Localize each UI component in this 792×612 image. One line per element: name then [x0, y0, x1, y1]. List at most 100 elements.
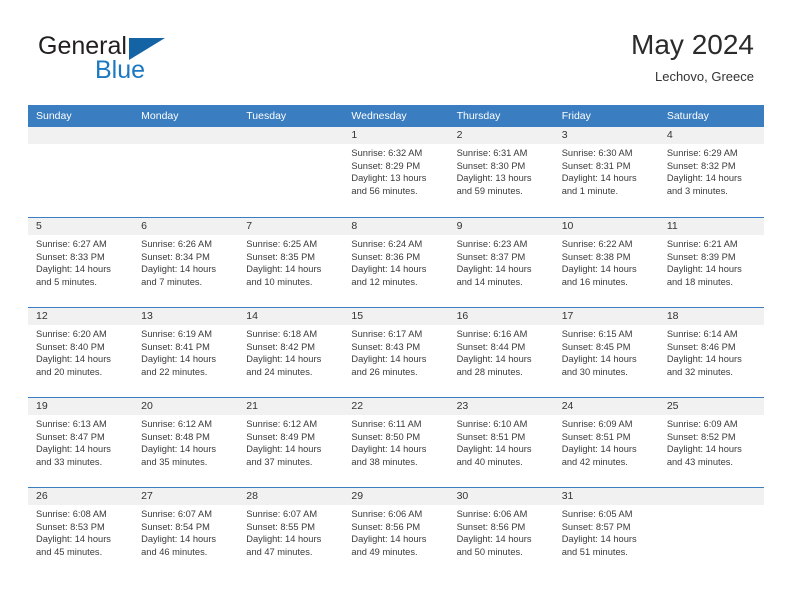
daylight-text-line2: and 50 minutes.: [456, 546, 523, 557]
day-cell[interactable]: 10 Sunrise: 6:22 AM Sunset: 8:38 PM Dayl…: [553, 218, 659, 307]
day-cell[interactable]: 26 Sunrise: 6:08 AM Sunset: 8:53 PM Dayl…: [28, 488, 134, 577]
day-cell[interactable]: 24 Sunrise: 6:09 AM Sunset: 8:51 PM Dayl…: [553, 398, 659, 487]
daylight-text-line1: Daylight: 14 hours: [561, 534, 637, 545]
day-info: Sunrise: 6:26 AM Sunset: 8:34 PM Dayligh…: [133, 235, 238, 288]
daylight-text-line1: Daylight: 14 hours: [246, 534, 322, 545]
daylight-text-line1: Daylight: 14 hours: [36, 354, 111, 365]
day-cell[interactable]: 27 Sunrise: 6:07 AM Sunset: 8:54 PM Dayl…: [133, 488, 239, 577]
page-title: May 2024: [631, 29, 754, 60]
day-cell[interactable]: 9 Sunrise: 6:23 AM Sunset: 8:37 PM Dayli…: [448, 218, 554, 307]
calendar-week-row: 1 Sunrise: 6:32 AM Sunset: 8:29 PM Dayli…: [28, 127, 764, 217]
day-cell[interactable]: [238, 127, 344, 217]
day-info: Sunrise: 6:29 AM Sunset: 8:32 PM Dayligh…: [659, 144, 764, 197]
daylight-text-line1: Daylight: 14 hours: [666, 173, 742, 184]
sunrise-text: Sunrise: 6:12 AM: [246, 419, 318, 429]
day-number: 6: [133, 218, 239, 235]
day-cell[interactable]: 18 Sunrise: 6:14 AM Sunset: 8:46 PM Dayl…: [658, 308, 764, 397]
sunrise-text: Sunrise: 6:13 AM: [36, 419, 107, 429]
sunrise-text: Sunrise: 6:06 AM: [456, 509, 528, 519]
weekday-header-monday: Monday: [141, 110, 179, 122]
daylight-text-line1: Daylight: 14 hours: [456, 444, 532, 455]
general-blue-logo[interactable]: General Blue: [38, 32, 238, 94]
sunrise-text: Sunrise: 6:19 AM: [141, 329, 212, 339]
day-info: Sunrise: 6:21 AM Sunset: 8:39 PM Dayligh…: [659, 235, 764, 288]
sunrise-text: Sunrise: 6:12 AM: [141, 419, 212, 429]
page-subtitle-location: Lechovo, Greece: [654, 69, 754, 84]
day-cell[interactable]: 16 Sunrise: 6:16 AM Sunset: 8:44 PM Dayl…: [448, 308, 554, 397]
sunrise-text: Sunrise: 6:24 AM: [351, 239, 423, 249]
day-cell[interactable]: 11 Sunrise: 6:21 AM Sunset: 8:39 PM Dayl…: [658, 218, 764, 307]
calendar-week-row: 12 Sunrise: 6:20 AM Sunset: 8:40 PM Dayl…: [28, 307, 764, 397]
sunrise-text: Sunrise: 6:10 AM: [456, 419, 528, 429]
calendar-grid: Sunday Monday Tuesday Wednesday Thursday…: [28, 105, 764, 577]
day-info: Sunrise: 6:11 AM Sunset: 8:50 PM Dayligh…: [343, 415, 448, 468]
sunset-text: Sunset: 8:57 PM: [561, 521, 631, 532]
day-cell[interactable]: 2 Sunrise: 6:31 AM Sunset: 8:30 PM Dayli…: [448, 127, 554, 217]
day-cell[interactable]: [133, 127, 239, 217]
day-cell[interactable]: 3 Sunrise: 6:30 AM Sunset: 8:31 PM Dayli…: [553, 127, 659, 217]
weekday-header-friday: Friday: [561, 110, 591, 122]
day-cell[interactable]: 23 Sunrise: 6:10 AM Sunset: 8:51 PM Dayl…: [448, 398, 554, 487]
sunset-text: Sunset: 8:46 PM: [666, 341, 736, 352]
daylight-text-line2: and 45 minutes.: [36, 546, 103, 557]
day-info: Sunrise: 6:27 AM Sunset: 8:33 PM Dayligh…: [28, 235, 133, 288]
day-number: 13: [133, 308, 239, 325]
day-cell[interactable]: 5 Sunrise: 6:27 AM Sunset: 8:33 PM Dayli…: [28, 218, 134, 307]
day-info: Sunrise: 6:23 AM Sunset: 8:37 PM Dayligh…: [449, 235, 554, 288]
day-number: [28, 127, 134, 144]
calendar-week-row: 5 Sunrise: 6:27 AM Sunset: 8:33 PM Dayli…: [28, 217, 764, 307]
daylight-text-line2: and 3 minutes.: [666, 185, 728, 196]
sunset-text: Sunset: 8:33 PM: [36, 251, 105, 262]
day-cell[interactable]: 6 Sunrise: 6:26 AM Sunset: 8:34 PM Dayli…: [133, 218, 239, 307]
day-info: Sunrise: 6:10 AM Sunset: 8:51 PM Dayligh…: [449, 415, 554, 468]
sunrise-text: Sunrise: 6:26 AM: [141, 239, 212, 249]
weekday-header-sunday: Sunday: [36, 110, 72, 122]
day-cell[interactable]: 30 Sunrise: 6:06 AM Sunset: 8:56 PM Dayl…: [448, 488, 554, 577]
day-cell[interactable]: 31 Sunrise: 6:05 AM Sunset: 8:57 PM Dayl…: [553, 488, 659, 577]
sunrise-text: Sunrise: 6:09 AM: [561, 419, 633, 429]
day-cell[interactable]: 13 Sunrise: 6:19 AM Sunset: 8:41 PM Dayl…: [133, 308, 239, 397]
sunrise-text: Sunrise: 6:25 AM: [246, 239, 318, 249]
day-cell[interactable]: 1 Sunrise: 6:32 AM Sunset: 8:29 PM Dayli…: [343, 127, 449, 217]
sunset-text: Sunset: 8:52 PM: [666, 431, 736, 442]
sunset-text: Sunset: 8:30 PM: [456, 160, 526, 171]
day-cell[interactable]: [28, 127, 134, 217]
day-cell[interactable]: 8 Sunrise: 6:24 AM Sunset: 8:36 PM Dayli…: [343, 218, 449, 307]
daylight-text-line2: and 26 minutes.: [351, 366, 418, 377]
day-number: 16: [448, 308, 554, 325]
daylight-text-line2: and 18 minutes.: [666, 276, 733, 287]
daylight-text-line2: and 56 minutes.: [351, 185, 418, 196]
day-cell[interactable]: 22 Sunrise: 6:11 AM Sunset: 8:50 PM Dayl…: [343, 398, 449, 487]
day-cell[interactable]: [658, 488, 764, 577]
daylight-text-line1: Daylight: 14 hours: [141, 534, 217, 545]
day-cell[interactable]: 14 Sunrise: 6:18 AM Sunset: 8:42 PM Dayl…: [238, 308, 344, 397]
day-cell[interactable]: 12 Sunrise: 6:20 AM Sunset: 8:40 PM Dayl…: [28, 308, 134, 397]
day-cell[interactable]: 15 Sunrise: 6:17 AM Sunset: 8:43 PM Dayl…: [343, 308, 449, 397]
day-number: 10: [553, 218, 659, 235]
day-cell[interactable]: 29 Sunrise: 6:06 AM Sunset: 8:56 PM Dayl…: [343, 488, 449, 577]
day-cell[interactable]: 7 Sunrise: 6:25 AM Sunset: 8:35 PM Dayli…: [238, 218, 344, 307]
sunrise-text: Sunrise: 6:20 AM: [36, 329, 107, 339]
day-cell[interactable]: 20 Sunrise: 6:12 AM Sunset: 8:48 PM Dayl…: [133, 398, 239, 487]
daylight-text-line1: Daylight: 14 hours: [246, 354, 322, 365]
day-cell[interactable]: 25 Sunrise: 6:09 AM Sunset: 8:52 PM Dayl…: [658, 398, 764, 487]
sunset-text: Sunset: 8:32 PM: [666, 160, 736, 171]
day-cell[interactable]: 21 Sunrise: 6:12 AM Sunset: 8:49 PM Dayl…: [238, 398, 344, 487]
sunrise-text: Sunrise: 6:15 AM: [561, 329, 633, 339]
day-info: Sunrise: 6:09 AM Sunset: 8:52 PM Dayligh…: [659, 415, 764, 468]
daylight-text-line1: Daylight: 14 hours: [246, 444, 322, 455]
day-number: 26: [28, 488, 134, 505]
daylight-text-line2: and 46 minutes.: [141, 546, 208, 557]
day-number: 9: [448, 218, 554, 235]
day-number: 7: [238, 218, 344, 235]
day-number: 15: [343, 308, 449, 325]
day-cell[interactable]: 19 Sunrise: 6:13 AM Sunset: 8:47 PM Dayl…: [28, 398, 134, 487]
daylight-text-line2: and 24 minutes.: [246, 366, 313, 377]
daylight-text-line2: and 51 minutes.: [561, 546, 628, 557]
daylight-text-line1: Daylight: 14 hours: [141, 444, 217, 455]
sunset-text: Sunset: 8:56 PM: [351, 521, 421, 532]
day-number: 29: [343, 488, 449, 505]
day-cell[interactable]: 28 Sunrise: 6:07 AM Sunset: 8:55 PM Dayl…: [238, 488, 344, 577]
day-cell[interactable]: 4 Sunrise: 6:29 AM Sunset: 8:32 PM Dayli…: [658, 127, 764, 217]
day-cell[interactable]: 17 Sunrise: 6:15 AM Sunset: 8:45 PM Dayl…: [553, 308, 659, 397]
